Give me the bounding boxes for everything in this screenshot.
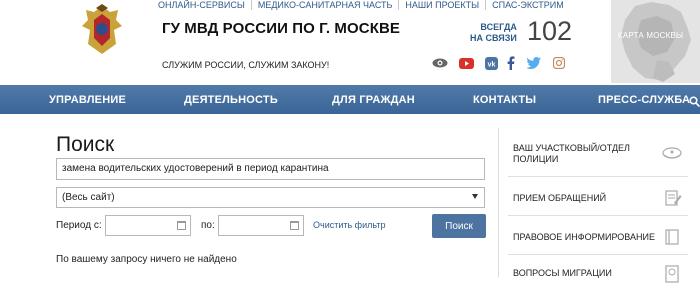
police-cap-icon [661,145,683,163]
instagram-icon[interactable] [552,56,566,70]
hotline-line2: НА СВЯЗИ [470,33,517,43]
site-title[interactable]: ГУ МВД РОССИИ ПО Г. МОСКВЕ [162,20,400,37]
book-icon [661,228,683,246]
site-slogan: СЛУЖИМ РОССИИ, СЛУЖИМ ЗАКОНУ! [162,60,330,70]
clear-filter-link[interactable]: Очистить фильтр [313,220,385,230]
moscow-map-widget[interactable] [611,0,700,83]
calendar-icon[interactable] [290,221,299,230]
passport-icon [661,265,683,283]
page-title: Поиск [56,133,115,156]
top-link-projects[interactable]: НАШИ ПРОЕКТЫ [399,0,487,10]
date-from-input[interactable] [105,215,191,236]
sidebar-item-appeals[interactable]: ПРИЕМ ОБРАЩЕНИЙ [513,193,606,204]
top-link-medical[interactable]: МЕДИКО-САНИТАРНАЯ ЧАСТЬ [252,0,400,10]
scope-selected-value: (Весь сайт) [62,192,115,203]
sidebar-item-label: ПРАВОВОЕ ИНФОРМИРОВАНИЕ [513,232,655,242]
top-link-spas-extreme[interactable]: СПАС-ЭКСТРИМ [486,0,570,10]
youtube-icon[interactable] [458,56,474,70]
nav-item-activities[interactable]: ДЕЯТЕЛЬНОСТЬ [184,94,278,106]
map-label[interactable]: КАРТА МОСКВЫ [618,31,683,40]
nav-item-for-citizens[interactable]: ДЛЯ ГРАЖДАН [332,94,415,106]
facebook-icon[interactable] [506,56,516,70]
twitter-icon[interactable] [526,56,542,70]
sidebar-item-legal-info[interactable]: ПРАВОВОЕ ИНФОРМИРОВАНИЕ [513,232,655,243]
no-results-message: По вашему запросу ничего не найдено [56,254,237,265]
nav-item-management[interactable]: УПРАВЛЕНИЕ [49,94,126,106]
document-edit-icon [661,189,683,207]
sidebar-item-migration[interactable]: ВОПРОСЫ МИГРАЦИИ [513,268,612,279]
top-link-online-services[interactable]: ОНЛАЙН-СЕРВИСЫ [158,0,252,10]
hotline-caption: ВСЕГДА НА СВЯЗИ [470,22,517,44]
police-emblem-logo[interactable] [80,4,124,56]
sidebar-item-label: ПОЛИЦИИ [513,154,559,164]
calendar-icon[interactable] [177,221,186,230]
date-to-input[interactable] [218,215,304,236]
sidebar-divider [508,254,688,255]
eye-icon[interactable] [432,56,448,70]
vk-icon[interactable]: vk [484,56,498,70]
nav-item-contacts[interactable]: КОНТАКТЫ [473,94,536,106]
sidebar-item-label: ВАШ УЧАСТКОВЫЙ/ОТДЕЛ [513,143,630,153]
period-to-label: по: [201,220,215,231]
sidebar-item-label: ВОПРОСЫ МИГРАЦИИ [513,268,612,278]
nav-item-press[interactable]: ПРЕСС-СЛУЖБА [598,94,690,106]
sidebar-divider [508,215,688,216]
top-links: ОНЛАЙН-СЕРВИСЫ МЕДИКО-САНИТАРНАЯ ЧАСТЬ Н… [158,0,570,10]
scope-select[interactable]: (Весь сайт) [56,187,485,208]
search-icon[interactable] [689,94,700,108]
sidebar-item-label: ПРИЕМ ОБРАЩЕНИЙ [513,193,607,203]
period-from-label: Период с: [56,220,102,231]
hotline-line1: ВСЕГДА [480,22,517,32]
sidebar-item-district-officer[interactable]: ВАШ УЧАСТКОВЫЙ/ОТДЕЛ ПОЛИЦИИ [513,143,630,165]
search-input[interactable]: замена водительских удостоверений в пери… [56,158,485,180]
hotline-number: 102 [527,16,573,46]
chevron-down-icon [472,194,478,199]
search-button[interactable]: Поиск [432,214,486,238]
sidebar-divider [508,176,688,177]
svg-text:vk: vk [487,61,495,68]
